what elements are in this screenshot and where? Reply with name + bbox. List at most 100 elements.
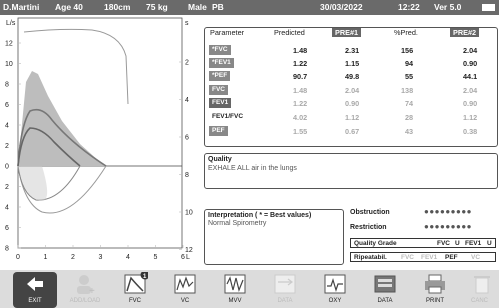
right-tick-label: 10 — [185, 210, 193, 217]
rep-vc: VC — [471, 254, 481, 261]
data-transfer-button[interactable]: DATA — [263, 272, 307, 308]
table-row[interactable]: *FVC 1.48 2.31 156 2.04 — [205, 45, 499, 56]
restriction-label: Restriction — [350, 224, 387, 231]
cell-pct: 94 — [405, 59, 414, 68]
cell-predicted: 1.22 — [293, 99, 308, 108]
cell-pre1: 49.8 — [345, 72, 360, 81]
table-row[interactable]: FEV1/FVC 4.02 1.12 28 1.12 — [205, 112, 499, 123]
table-row[interactable]: FVC 1.48 2.04 138 2.04 — [205, 85, 499, 96]
param-label: *FEV1 — [209, 58, 234, 68]
y-unit-label: L/s — [6, 20, 16, 27]
quality-panel: Quality EXHALE ALL air in the lungs — [204, 153, 498, 189]
patient-ethnic: PB — [212, 2, 224, 12]
x-tick-label: 1 — [44, 254, 48, 261]
patient-weight: 75 kg — [146, 2, 168, 12]
repeatability-label: Ripeatabil. — [354, 254, 387, 261]
cell-pct: 156 — [401, 46, 414, 55]
y-tick-label: 8 — [5, 82, 9, 89]
cell-predicted: 1.48 — [293, 86, 308, 95]
param-label: FEV1 — [209, 98, 232, 108]
quality-grade-box: Quality Grade FVC U FEV1 U — [350, 238, 496, 248]
fvc-button[interactable]: 1 FVC — [113, 272, 157, 308]
grade-fvc-label: FVC — [437, 240, 450, 247]
mvv-button[interactable]: MVV — [213, 272, 257, 308]
add-load-label: ADD/LOAD — [69, 298, 101, 304]
cell-pre1: 0.90 — [345, 99, 360, 108]
patient-height: 180cm — [104, 2, 131, 12]
data-label: DATA — [377, 298, 393, 304]
vc-curve-icon — [174, 274, 196, 294]
delete-button[interactable]: CANC — [460, 272, 499, 308]
cell-pre2: 0.90 — [463, 99, 478, 108]
cell-pre2: 1.12 — [463, 113, 478, 122]
table-row[interactable]: *FEV1 1.22 1.15 94 0.90 — [205, 58, 499, 69]
printer-icon — [425, 274, 445, 294]
rep-fvc: FVC — [401, 254, 414, 261]
cell-pre2: 44.1 — [463, 72, 478, 81]
interpretation-text: Normal Spirometry — [208, 220, 267, 227]
oximetry-heart-icon — [324, 274, 346, 294]
cell-pre1: 0.67 — [345, 127, 360, 136]
quality-grade-label: Quality Grade — [354, 240, 397, 247]
vc-button[interactable]: VC — [163, 272, 207, 308]
y-tick-label: 4 — [5, 123, 9, 130]
right-tick-label: 12 — [185, 247, 193, 254]
right-unit-label: s — [185, 20, 189, 27]
y-tick-labels: 12 10 8 6 4 2 0 2 4 6 8 — [5, 41, 13, 253]
grade-fev1-value: U — [487, 240, 492, 247]
mvv-wave-icon — [224, 274, 246, 294]
x-unit-label: L — [186, 254, 190, 261]
mvv-label: MVV — [228, 298, 242, 304]
add-load-button[interactable]: + ADD/LOAD — [63, 272, 107, 308]
restriction-scale: ●●●●●●●●● — [424, 222, 472, 231]
cell-pre1: 1.15 — [345, 59, 360, 68]
vc-label: VC — [180, 298, 190, 304]
cell-predicted: 1.55 — [293, 127, 308, 136]
cell-pre1: 2.04 — [345, 86, 360, 95]
cell-predicted: 90.7 — [293, 72, 308, 81]
right-tick-label: 4 — [185, 97, 189, 104]
cell-pct: 138 — [401, 86, 414, 95]
patient-age: Age 40 — [55, 2, 83, 12]
back-arrow-icon — [27, 277, 43, 291]
rep-pef: PEF — [445, 254, 458, 261]
fvc-label: FVC — [129, 298, 141, 304]
print-button[interactable]: PRINT — [413, 272, 457, 308]
param-label: FVC — [209, 85, 228, 95]
x-tick-labels: 0 1 2 3 4 5 6 — [16, 254, 185, 261]
y-tick-label: 6 — [5, 102, 9, 109]
add-user-icon: + — [77, 275, 95, 296]
test-time: 12:22 — [398, 2, 420, 12]
data-button[interactable]: DATA — [363, 272, 407, 308]
cell-pct: 74 — [405, 99, 414, 108]
interpretation-panel: Interpretation ( * = Best values) Normal… — [204, 209, 344, 265]
x-tick-label: 4 — [126, 254, 130, 261]
cell-pct: 55 — [405, 72, 414, 81]
cell-predicted: 1.22 — [293, 59, 308, 68]
exit-label: EXIT — [28, 298, 42, 304]
y-tick-label: 4 — [5, 205, 9, 212]
exit-button[interactable]: EXIT — [13, 272, 57, 308]
flow-volume-chart[interactable]: L/s s L 1210864202468 0123456 24681012 — [2, 16, 202, 264]
svg-text:+: + — [89, 286, 95, 296]
right-tick-label: 8 — [185, 172, 189, 179]
y-tick-label: 2 — [5, 184, 9, 191]
cell-pct: 28 — [405, 113, 414, 122]
y-tick-label: 2 — [5, 143, 9, 150]
table-row[interactable]: FEV1 1.22 0.90 74 0.90 — [205, 98, 499, 109]
cell-pre1: 1.12 — [345, 113, 360, 122]
y-tick-label: 12 — [5, 41, 13, 48]
quality-message: EXHALE ALL air in the lungs — [208, 165, 297, 172]
oxy-button[interactable]: OXY — [313, 272, 357, 308]
y-tick-label: 10 — [5, 61, 13, 68]
table-row[interactable]: *PEF 90.7 49.8 55 44.1 — [205, 71, 499, 82]
obstruction-scale: ●●●●●●●●● — [424, 207, 472, 216]
right-tick-label: 2 — [185, 60, 189, 67]
y-tick-label: 6 — [5, 225, 9, 232]
x-tick-label: 3 — [99, 254, 103, 261]
data-transfer-label: DATA — [277, 298, 293, 304]
table-row[interactable]: PEF 1.55 0.67 43 0.38 — [205, 126, 499, 137]
battery-icon — [482, 4, 495, 11]
right-tick-label: 6 — [185, 135, 189, 142]
cell-predicted: 1.48 — [293, 46, 308, 55]
